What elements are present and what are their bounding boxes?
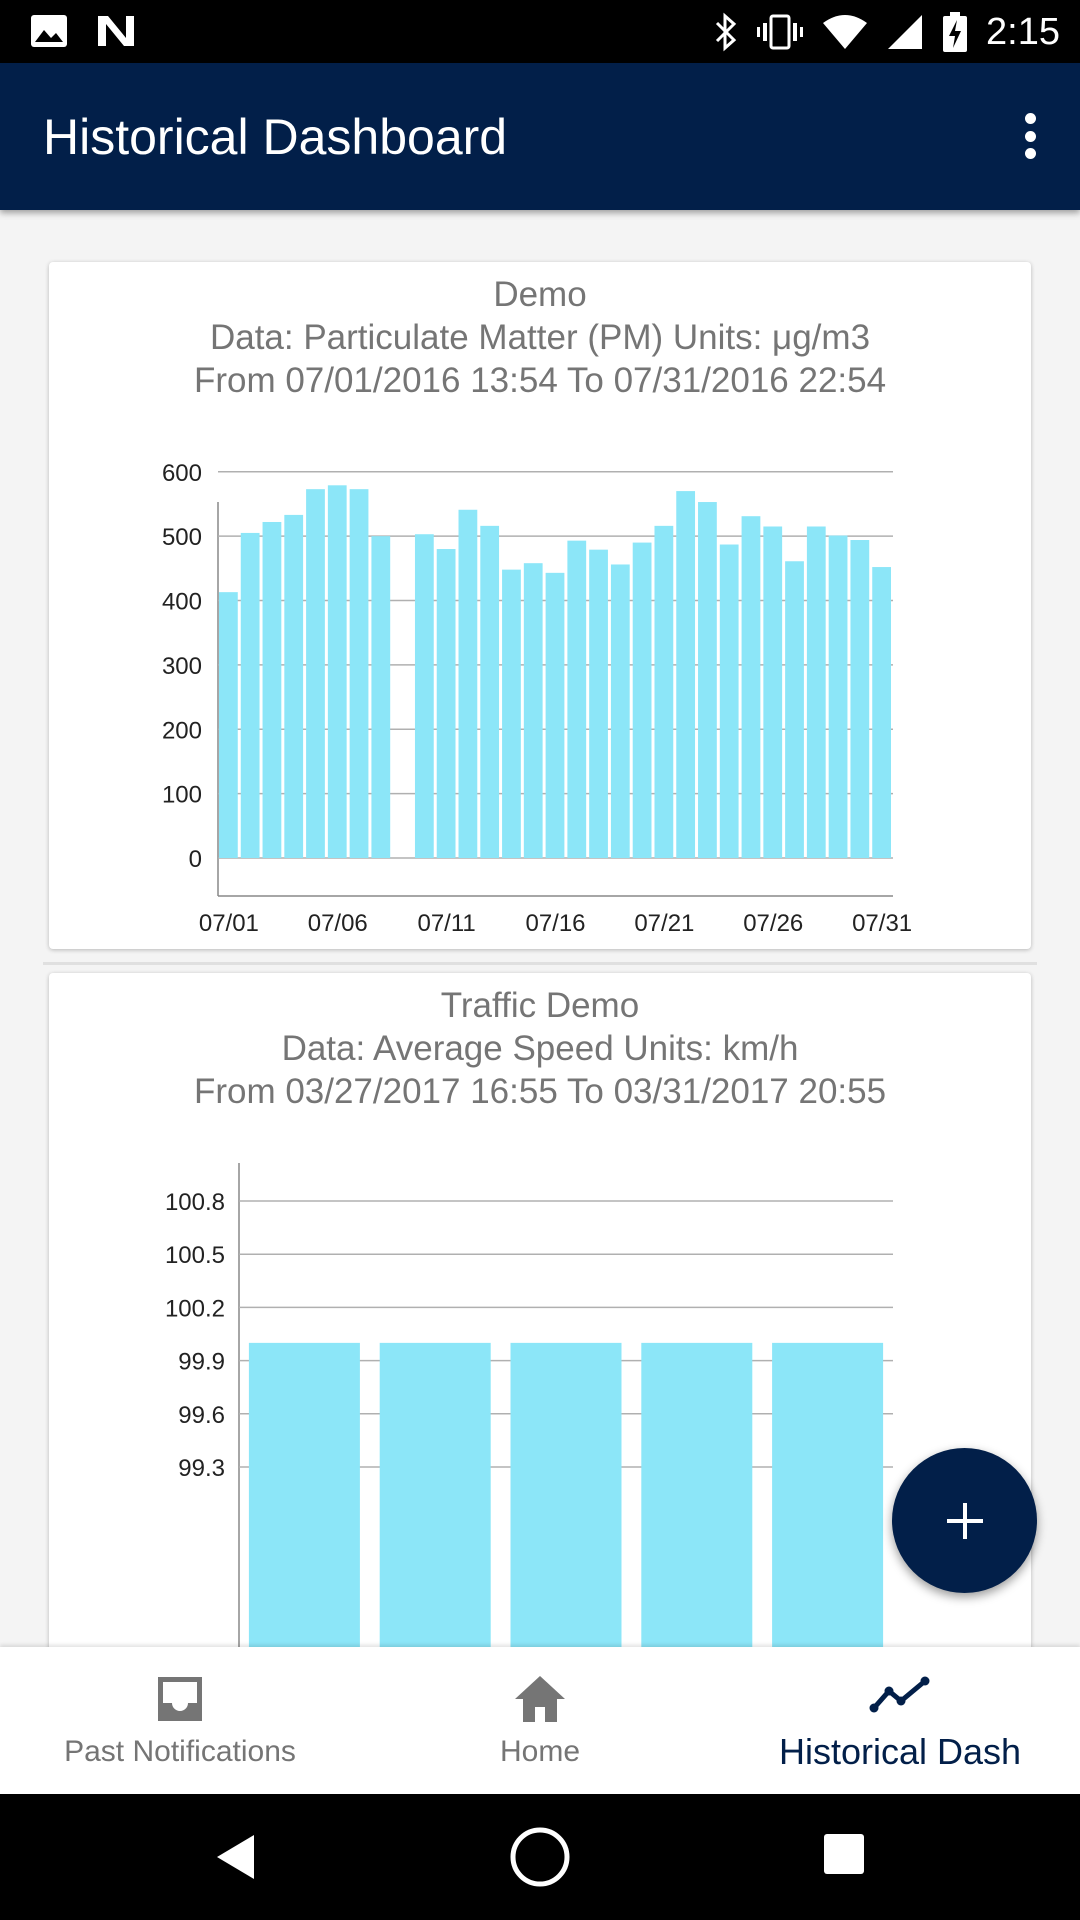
bar[interactable] xyxy=(785,561,804,858)
bar[interactable] xyxy=(502,569,521,858)
bar[interactable] xyxy=(632,542,652,858)
y-tick-label: 100 xyxy=(162,782,202,809)
speed-bar-chart[interactable]: 99.3 99.6 99.9 100.2 100.5 100.8 xyxy=(49,973,1031,1647)
bar[interactable] xyxy=(654,525,674,858)
y-tick-label: 99.9 xyxy=(178,1349,225,1376)
bar[interactable] xyxy=(349,489,369,858)
x-tick-label: 07/01 xyxy=(199,910,259,937)
bar[interactable] xyxy=(327,485,347,858)
chart-card-demo: Demo Data: Particulate Matter (PM) Units… xyxy=(49,262,1031,949)
bar[interactable] xyxy=(248,1342,360,1647)
recents-icon[interactable] xyxy=(823,1833,865,1875)
nav-item-past-notifications[interactable]: Past Notifications xyxy=(0,1647,360,1794)
bar[interactable] xyxy=(741,516,761,858)
y-tick-label: 200 xyxy=(162,717,202,744)
x-tick-label: 07/16 xyxy=(525,910,585,937)
more-vert-icon[interactable] xyxy=(1002,105,1058,167)
wifi-icon xyxy=(823,15,868,49)
y-tick-label: 500 xyxy=(162,524,202,551)
app-bar: Historical Dashboard xyxy=(0,63,1080,210)
nav-item-historical-dash[interactable]: Historical Dash xyxy=(720,1647,1080,1794)
bar[interactable] xyxy=(414,534,434,858)
signal-icon xyxy=(888,15,923,49)
bar[interactable] xyxy=(240,532,260,858)
bar[interactable] xyxy=(641,1342,753,1647)
pm-bar-chart[interactable]: 0 100 200 300 400 500 600 07/01 07/06 07/11 07/16 0… xyxy=(49,262,1031,949)
trending-line-icon xyxy=(869,1676,930,1713)
nav-label: Home xyxy=(499,1735,581,1768)
bar[interactable] xyxy=(510,1342,622,1647)
bar[interactable] xyxy=(262,521,282,858)
plus-icon xyxy=(946,1502,983,1539)
nav-item-home[interactable]: Home xyxy=(360,1647,720,1794)
battery-charging-icon xyxy=(943,12,968,52)
x-tick-label: 07/26 xyxy=(743,910,803,937)
nav-label: Past Notifications xyxy=(64,1735,296,1768)
bar[interactable] xyxy=(719,544,739,858)
home-circle-icon[interactable] xyxy=(509,1826,571,1888)
image-icon xyxy=(31,15,67,47)
bar[interactable] xyxy=(480,525,500,858)
n-logo-icon xyxy=(98,16,134,46)
bar[interactable] xyxy=(379,1342,491,1647)
bar[interactable] xyxy=(567,540,587,858)
y-tick-label: 100.2 xyxy=(165,1295,225,1322)
bar[interactable] xyxy=(828,535,848,858)
add-chart-button[interactable] xyxy=(892,1448,1037,1593)
y-tick-label: 100.8 xyxy=(165,1189,225,1216)
bar[interactable] xyxy=(284,514,304,858)
chart-card-traffic-demo: Traffic Demo Data: Average Speed Units: … xyxy=(49,973,1031,1647)
divider xyxy=(43,962,1037,965)
back-icon[interactable] xyxy=(214,1833,258,1881)
page-title: Historical Dashboard xyxy=(43,109,508,165)
bar[interactable] xyxy=(610,564,630,858)
x-tick-label: 07/06 xyxy=(308,910,368,937)
home-icon xyxy=(515,1676,565,1722)
system-navigation-bar xyxy=(0,1794,1080,1920)
vibrate-icon xyxy=(757,14,804,50)
y-tick-label: 99.3 xyxy=(178,1455,225,1482)
inbox-icon xyxy=(158,1677,202,1721)
y-tick-label: 100.5 xyxy=(165,1242,225,1269)
bar[interactable] xyxy=(872,567,891,858)
bar[interactable] xyxy=(458,509,478,858)
bar[interactable] xyxy=(306,489,325,858)
bar[interactable] xyxy=(806,526,826,858)
bar[interactable] xyxy=(698,502,717,858)
bar[interactable] xyxy=(371,536,391,858)
bar[interactable] xyxy=(850,540,870,858)
status-bar: 2:15 xyxy=(0,0,1080,63)
bar[interactable] xyxy=(772,1342,884,1647)
x-tick-label: 07/31 xyxy=(852,910,912,937)
dashboard-content[interactable]: Demo Data: Particulate Matter (PM) Units… xyxy=(0,210,1080,1647)
x-tick-label: 07/11 xyxy=(417,910,475,937)
bar[interactable] xyxy=(219,592,238,858)
bar[interactable] xyxy=(763,526,783,858)
bar[interactable] xyxy=(523,563,543,858)
y-tick-label: 600 xyxy=(162,460,202,487)
y-tick-label: 400 xyxy=(162,589,202,616)
bar[interactable] xyxy=(589,549,608,858)
bar[interactable] xyxy=(676,491,696,858)
y-tick-label: 0 xyxy=(189,846,202,873)
y-tick-label: 300 xyxy=(162,653,202,680)
bluetooth-icon xyxy=(715,12,737,52)
bar[interactable] xyxy=(545,572,565,858)
x-tick-label: 07/21 xyxy=(634,910,694,937)
y-tick-label: 99.6 xyxy=(178,1402,225,1429)
status-time: 2:15 xyxy=(986,10,1060,53)
bar[interactable] xyxy=(436,549,456,858)
nav-label: Historical Dash xyxy=(778,1731,1022,1772)
bottom-navigation: Past Notifications Home Historical Dash xyxy=(0,1647,1080,1794)
